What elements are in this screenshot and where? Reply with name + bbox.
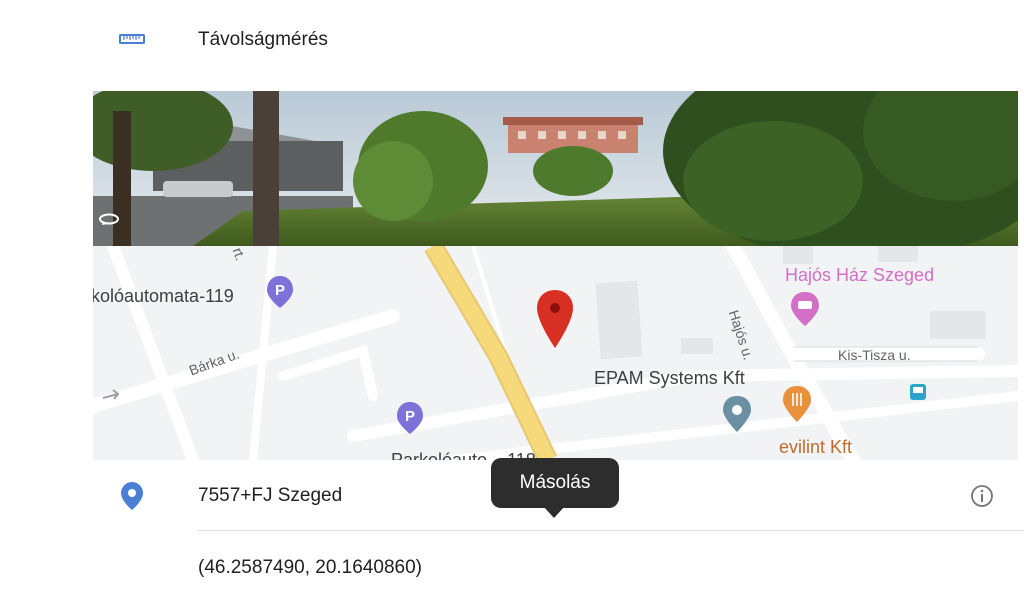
rotate-360-icon	[98, 212, 120, 226]
coordinates-row[interactable]: (46.2587490, 20.1640860)	[0, 531, 1024, 603]
svg-text:P: P	[275, 282, 285, 299]
street-view-thumbnail[interactable]	[93, 91, 1018, 246]
map-label-kistisza-street: Kis-Tisza u.	[838, 347, 911, 363]
map-label-hotel[interactable]: Hajós Ház Szeged	[785, 265, 934, 286]
measure-distance-row[interactable]: Távolságmérés	[0, 0, 1024, 80]
copy-tooltip[interactable]: Másolás	[491, 458, 619, 508]
svg-text:P: P	[405, 408, 415, 425]
info-icon[interactable]	[970, 484, 994, 513]
tooltip-arrow	[543, 506, 565, 518]
map-label-parking-1[interactable]: kolóautomata-119	[93, 286, 234, 307]
map-label-restaurant[interactable]: evilint Kft	[779, 437, 852, 458]
coordinates-text: (46.2587490, 20.1640860)	[198, 557, 422, 578]
ruler-icon	[100, 28, 164, 50]
measure-distance-label: Távolságmérés	[198, 29, 328, 50]
map-view[interactable]: P P kolóautomata-119 Bárka u. rt. Hajós …	[93, 246, 1018, 460]
copy-tooltip-label: Másolás	[519, 472, 591, 493]
plus-code-text: 7557+FJ Szeged	[198, 485, 343, 506]
map-label-epam[interactable]: EPAM Systems Kft	[594, 368, 745, 389]
location-pin-icon	[100, 482, 164, 510]
